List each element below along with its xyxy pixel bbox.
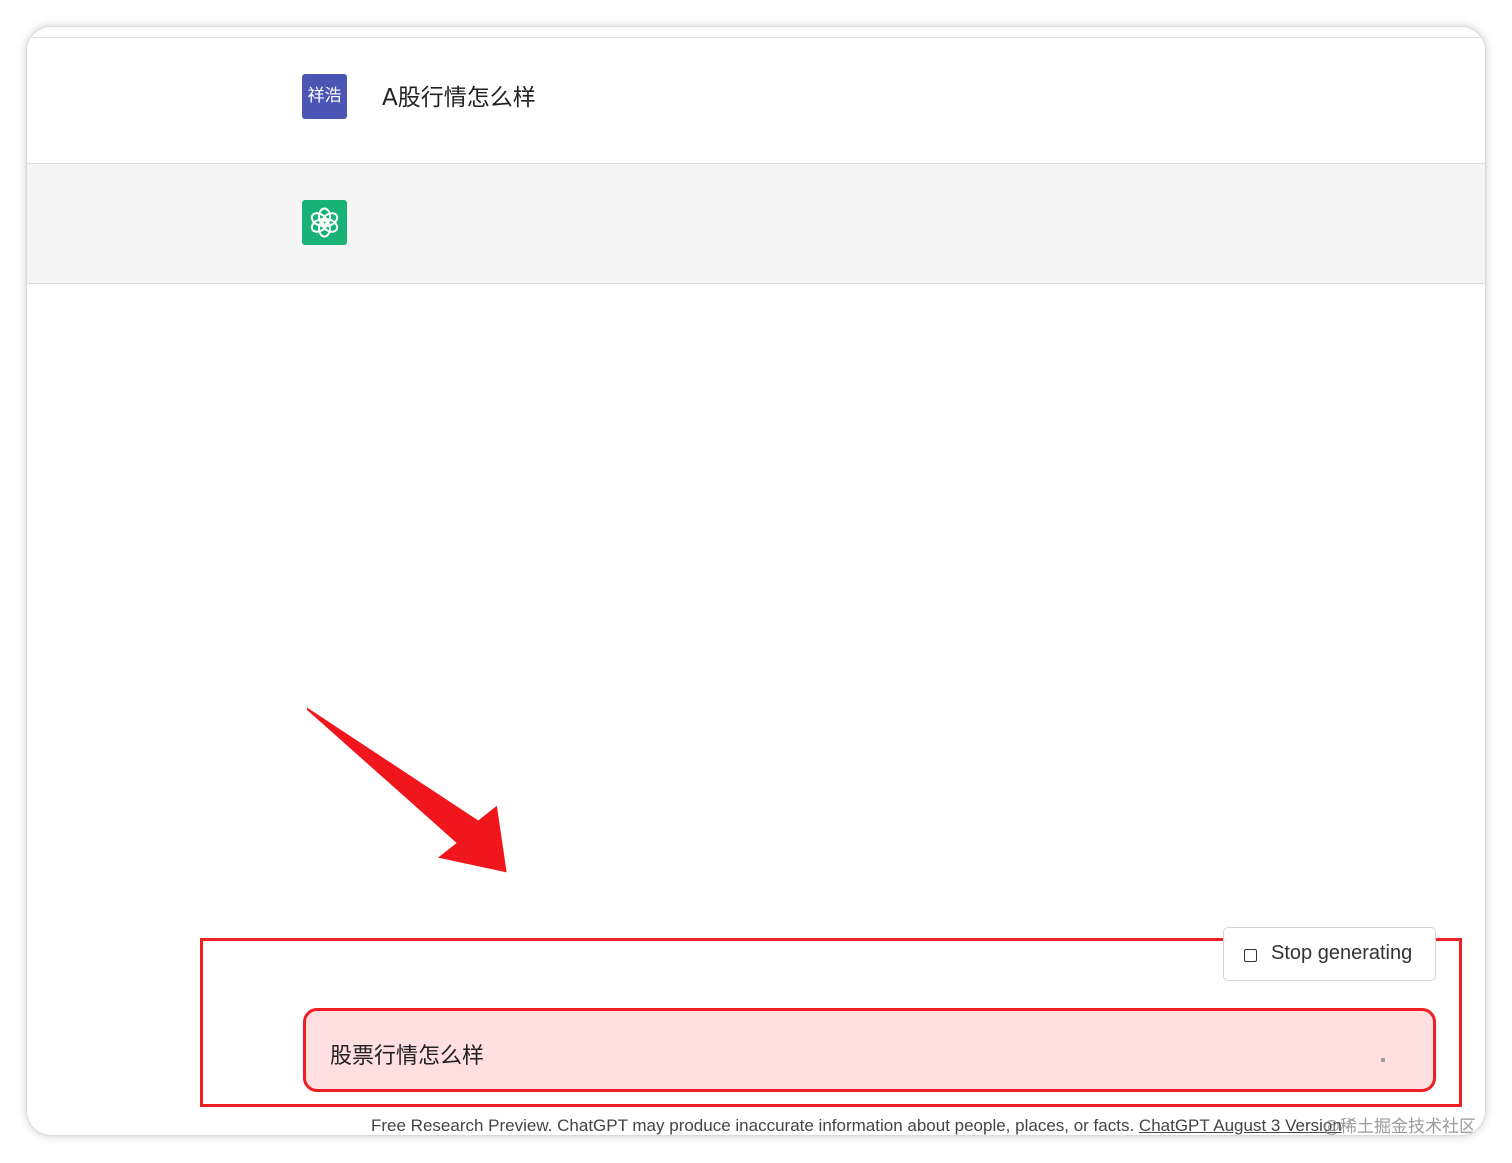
assistant-avatar [302,200,347,245]
stop-generating-button[interactable]: Stop generating [1223,927,1436,981]
version-link[interactable]: ChatGPT August 3 Version [1139,1116,1342,1135]
message-input-value: 股票行情怎么样 [330,1044,485,1069]
user-avatar: 祥浩 [302,74,347,119]
stop-generating-label: Stop generating [1271,942,1413,964]
user-message-text: A股行情怎么样 [382,85,536,111]
watermark: @稀土掘金技术社区 [1323,1117,1476,1135]
message-input[interactable]: 股票行情怎么样 [303,1008,1436,1092]
openai-logo-icon [310,207,339,238]
assistant-message-row [27,164,1485,284]
user-message-row: 祥浩 A股行情怎么样 [27,38,1485,164]
loading-dot [1381,1058,1385,1062]
chat-window: 祥浩 A股行情怎么样 Stop generating 股票行情怎么样 Free … [27,27,1485,1135]
stop-square-icon [1244,949,1257,962]
footer-text: Free Research Preview. ChatGPT may produ… [371,1116,1135,1135]
red-arrow-icon [307,707,507,873]
footer-disclaimer: Free Research Preview. ChatGPT may produ… [371,1116,1342,1135]
